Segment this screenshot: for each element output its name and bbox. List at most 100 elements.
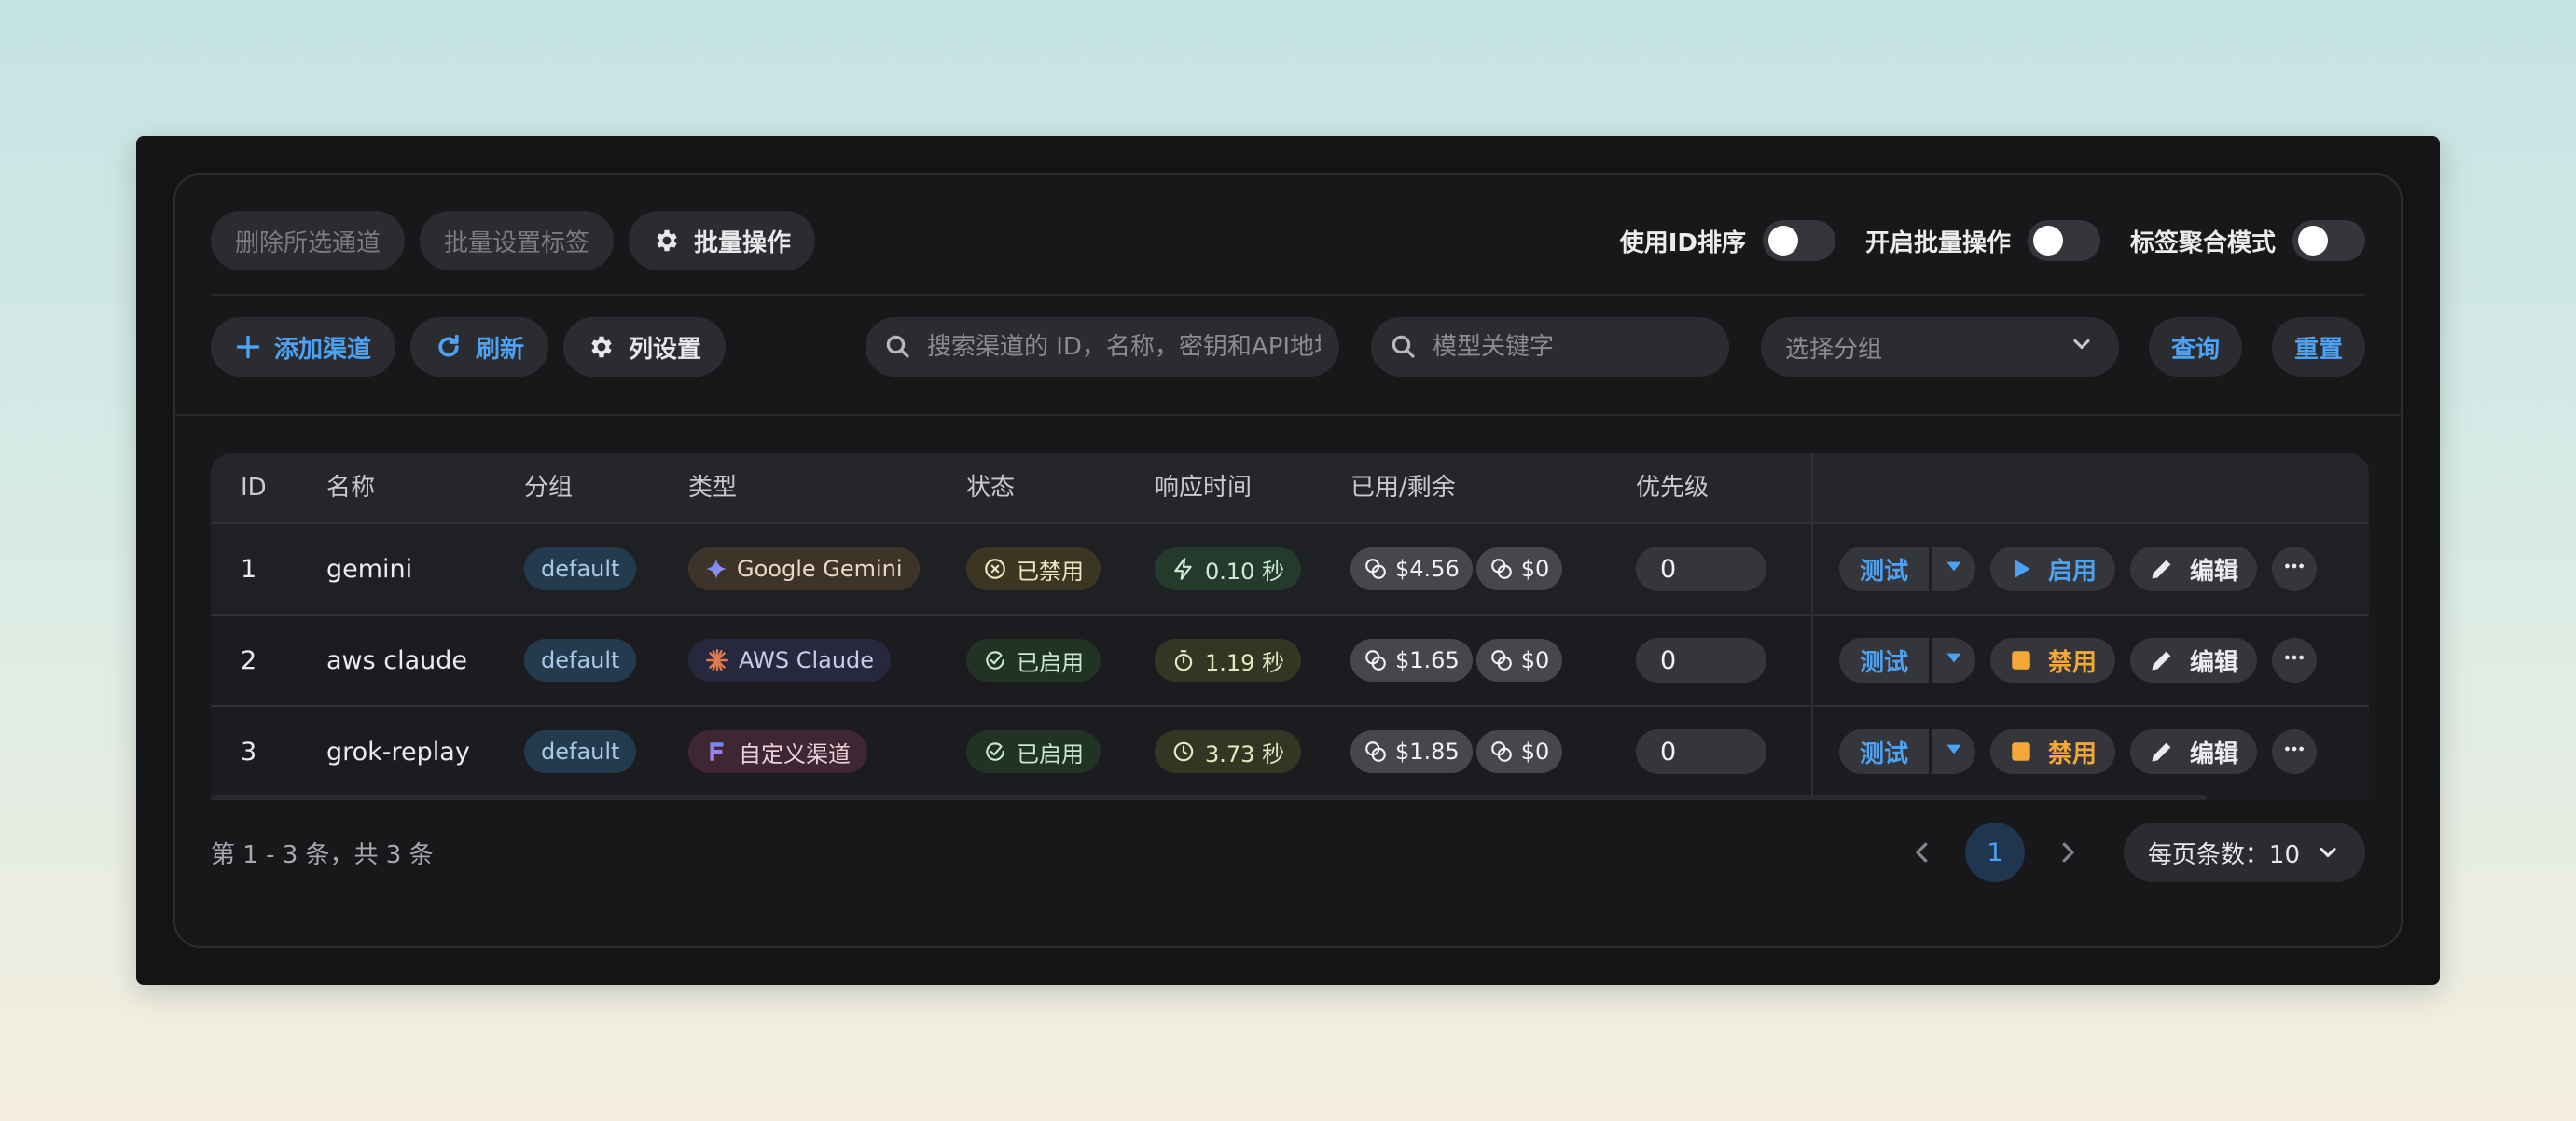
priority-input[interactable]: 0 xyxy=(1636,729,1766,774)
channel-search-box xyxy=(865,317,1339,377)
cell-name: aws claude xyxy=(326,645,468,675)
chevron-left-icon xyxy=(1916,842,1928,863)
type-tag: 自定义渠道 xyxy=(688,730,867,773)
batch-mode-toggle-group: 开启批量操作 xyxy=(1865,220,2100,261)
test-button[interactable]: 测试 xyxy=(1839,638,1930,683)
custom-channel-icon xyxy=(705,740,729,764)
toggle-knob xyxy=(2298,226,2328,256)
pencil-icon xyxy=(2149,647,2175,673)
page-size-select[interactable]: 每页条数：10 xyxy=(2123,823,2365,882)
test-button[interactable]: 测试 xyxy=(1839,729,1930,774)
header-name: 名称 xyxy=(326,474,376,502)
add-channel-button[interactable]: 添加渠道 xyxy=(211,317,396,377)
group-tag: default xyxy=(524,639,637,682)
enable-label: 启用 xyxy=(2048,557,2098,586)
coins-icon xyxy=(1489,557,1514,581)
batch-ops-button[interactable]: 批量操作 xyxy=(629,211,816,270)
header-status: 状态 xyxy=(966,474,1016,502)
query-button[interactable]: 查询 xyxy=(2148,317,2242,377)
prev-page-button[interactable] xyxy=(1892,823,1952,882)
edit-button[interactable]: 编辑 xyxy=(2130,547,2258,591)
test-button[interactable]: 测试 xyxy=(1839,547,1930,591)
test-dropdown-button[interactable] xyxy=(1932,638,1976,683)
edit-button[interactable]: 编辑 xyxy=(2130,729,2258,774)
disable-button[interactable]: 禁用 xyxy=(1990,729,2116,774)
page-number-button[interactable]: 1 xyxy=(1964,823,2025,882)
remaining-balance: $0 xyxy=(1475,730,1563,773)
more-dots-icon xyxy=(2282,645,2306,676)
header-id: ID xyxy=(241,474,267,502)
disable-button[interactable]: 禁用 xyxy=(1990,638,2116,683)
more-button[interactable] xyxy=(2272,547,2318,591)
next-page-button[interactable] xyxy=(2038,823,2098,882)
cell-id: 2 xyxy=(241,645,257,675)
coins-icon xyxy=(1364,740,1388,764)
cell-name: gemini xyxy=(326,554,413,584)
refresh-label: 刷新 xyxy=(476,334,525,363)
more-dots-icon xyxy=(2282,554,2306,585)
response-time-badge: 1.19 秒 xyxy=(1155,639,1302,682)
batch-mode-toggle[interactable] xyxy=(2027,220,2100,261)
disable-label: 禁用 xyxy=(2048,648,2098,677)
test-dropdown-button[interactable] xyxy=(1932,729,1976,774)
pagination-summary: 第 1 - 3 条，共 3 条 xyxy=(211,840,434,869)
edit-button[interactable]: 编辑 xyxy=(2130,638,2258,683)
gemini-star-icon xyxy=(705,558,727,580)
response-time-badge: 0.10 秒 xyxy=(1155,547,1302,590)
test-dropdown-button[interactable] xyxy=(1932,547,1976,591)
filter-toolbar: 添加渠道 刷新 列设置 搜索渠道的 ID，名称，密钥和API地址 模型关键字 选… xyxy=(211,317,2365,377)
refresh-button[interactable]: 刷新 xyxy=(410,317,549,377)
header-type: 类型 xyxy=(688,474,738,502)
group-tag: default xyxy=(524,547,637,590)
priority-input[interactable]: 0 xyxy=(1636,638,1766,683)
horizontal-scrollbar[interactable] xyxy=(211,795,2207,800)
header-response-time: 响应时间 xyxy=(1155,474,1253,502)
plus-icon xyxy=(235,334,261,360)
pencil-icon xyxy=(2149,556,2175,582)
model-search-box xyxy=(1370,317,1729,377)
batch-toolbar: 删除所选通道 批量设置标签 批量操作 使用ID排序 开启批量操作 标签聚合模式 xyxy=(211,211,2365,270)
column-settings-button[interactable]: 列设置 xyxy=(563,317,727,377)
response-time-value: 3.73 秒 xyxy=(1205,740,1285,768)
caret-down-icon xyxy=(1942,645,1966,676)
chevron-right-icon xyxy=(2062,842,2074,863)
priority-input[interactable]: 0 xyxy=(1636,547,1766,591)
tag-mode-label: 标签聚合模式 xyxy=(2129,228,2276,257)
used-balance: $1.85 xyxy=(1350,730,1473,773)
fixed-column-divider xyxy=(1811,453,1813,800)
response-time-badge: 3.73 秒 xyxy=(1155,730,1302,773)
bolt-icon xyxy=(1171,557,1196,581)
used-value: $4.56 xyxy=(1395,556,1460,582)
tag-mode-toggle[interactable] xyxy=(2292,220,2365,261)
group-select[interactable]: 选择分组 xyxy=(1760,317,2119,377)
clock-icon xyxy=(1171,740,1196,764)
tag-mode-toggle-group: 标签聚合模式 xyxy=(2130,220,2365,261)
coins-icon xyxy=(1489,648,1514,672)
more-button[interactable] xyxy=(2272,638,2318,683)
remaining-balance: $0 xyxy=(1475,639,1563,682)
status-label: 已禁用 xyxy=(1017,558,1084,585)
check-circle-icon xyxy=(983,740,1007,764)
delete-selected-button[interactable]: 删除所选通道 xyxy=(211,211,406,270)
stopwatch-icon xyxy=(1171,648,1196,672)
more-button[interactable] xyxy=(2272,729,2318,774)
pencil-icon xyxy=(2149,739,2175,765)
model-keyword-input[interactable] xyxy=(1432,333,1710,361)
reset-button[interactable]: 重置 xyxy=(2271,317,2365,377)
remaining-value: $0 xyxy=(1520,739,1550,765)
type-tag: Google Gemini xyxy=(688,547,920,590)
type-tag: AWS Claude xyxy=(688,639,892,682)
x-circle-icon xyxy=(983,557,1007,581)
batch-tag-button[interactable]: 批量设置标签 xyxy=(420,211,615,270)
channel-search-input[interactable] xyxy=(926,333,1321,361)
stop-icon xyxy=(2009,740,2033,764)
add-channel-label: 添加渠道 xyxy=(274,334,372,363)
id-sort-toggle[interactable] xyxy=(1762,220,1835,261)
toggle-knob xyxy=(2032,226,2063,256)
type-label: AWS Claude xyxy=(739,647,875,673)
toggle-knob xyxy=(1767,226,1798,256)
coins-icon xyxy=(1364,648,1388,672)
id-sort-toggle-group: 使用ID排序 xyxy=(1620,220,1835,261)
enable-button[interactable]: 启用 xyxy=(1990,547,2116,591)
edit-label: 编辑 xyxy=(2190,557,2239,586)
